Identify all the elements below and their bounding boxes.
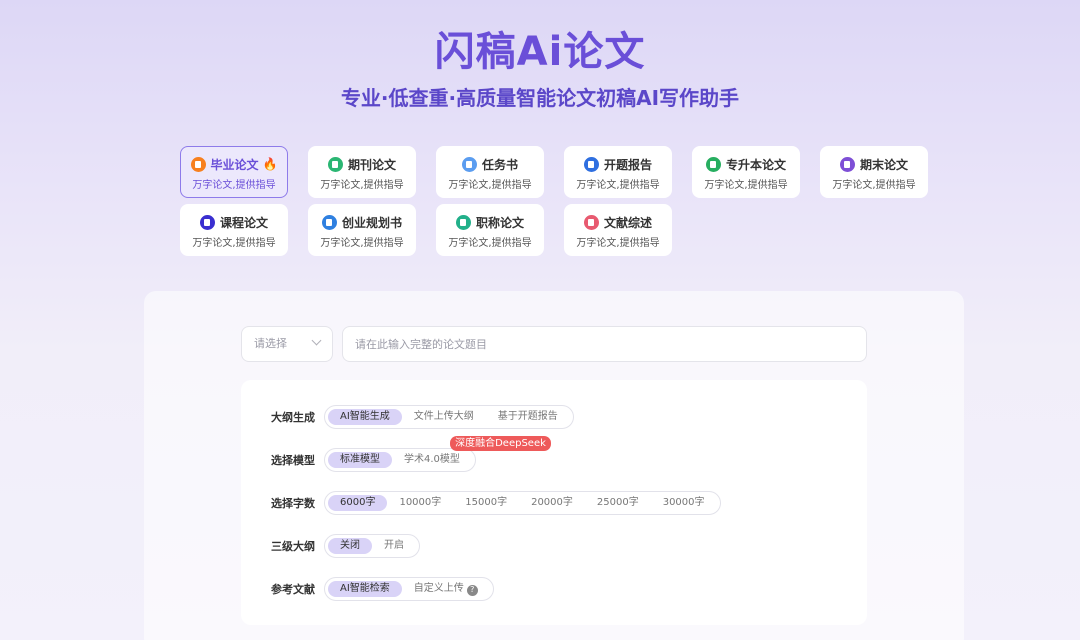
document-icon [583,156,599,172]
card-subtitle: 万字论文,提供指导 [448,180,532,191]
document-icon [839,156,855,172]
card-journal-paper[interactable]: 期刊论文 万字论文,提供指导 [308,146,416,198]
option-20000[interactable]: 20000字 [519,495,585,511]
logo: 闪稿Ai论文 [434,29,646,75]
card-subtitle: 万字论文,提供指导 [704,180,788,191]
book-icon [705,156,721,172]
fire-icon: 🔥 [262,157,278,171]
card-graduation-thesis[interactable]: 毕业论文 🔥 万字论文,提供指导 [180,146,288,198]
row-label: 大纲生成 [271,411,315,424]
option-10000[interactable]: 10000字 [387,495,453,511]
card-subtitle: 万字论文,提供指导 [448,238,532,249]
card-subtitle: 万字论文,提供指导 [320,180,404,191]
type-select[interactable]: 请选择 [241,326,333,362]
card-title: 毕业论文 [210,157,259,172]
card-title: 课程论文 [219,215,268,230]
card-subtitle: 万字论文,提供指导 [320,238,404,249]
option-standard-model[interactable]: 标准模型 [328,452,392,468]
option-25000[interactable]: 25000字 [585,495,651,511]
option-ai-search[interactable]: AI智能检索 [328,581,402,597]
level3-segmented: 关闭 开启 [324,534,420,558]
document-icon [199,214,215,230]
card-upgrade-paper[interactable]: 专升本论文 万字论文,提供指导 [692,146,800,198]
document-icon [455,214,471,230]
words-segmented: 6000字 10000字 15000字 20000字 25000字 30000字 [324,491,721,515]
card-course-paper[interactable]: 课程论文 万字论文,提供指导 [180,204,288,256]
document-icon [190,156,206,172]
option-on[interactable]: 开启 [372,538,416,554]
card-title: 任务书 [481,157,518,172]
refs-row: 参考文献 AI智能检索 自定义上传? [271,577,494,601]
level3-row: 三级大纲 关闭 开启 [271,534,420,558]
title-input[interactable] [342,326,867,362]
slogan: 专业·低查重·高质量智能论文初稿AI写作助手 [340,86,740,110]
option-label: 自定义上传 [413,583,464,594]
card-subtitle: 万字论文,提供指导 [832,180,916,191]
help-icon[interactable]: ? [466,584,478,596]
card-subtitle: 万字论文,提供指导 [192,238,276,249]
card-literature-review[interactable]: 文献综述 万字论文,提供指导 [564,204,672,256]
card-title: 开题报告 [603,157,652,172]
option-custom-upload[interactable]: 自定义上传? [402,581,490,597]
document-icon [327,156,343,172]
card-subtitle: 万字论文,提供指导 [576,180,660,191]
option-ai-generate[interactable]: AI智能生成 [328,409,402,425]
hero: 闪稿Ai论文 专业·低查重·高质量智能论文初稿AI写作助手 [0,26,1080,112]
option-from-proposal[interactable]: 基于开题报告 [486,409,570,425]
card-title-paper[interactable]: 职称论文 万字论文,提供指导 [436,204,544,256]
card-business-plan[interactable]: 创业规划书 万字论文,提供指导 [308,204,416,256]
outline-row: 大纲生成 AI智能生成 文件上传大纲 基于开题报告 [271,405,574,429]
card-subtitle: 万字论文,提供指导 [576,238,660,249]
list-icon [583,214,599,230]
row-label: 参考文献 [271,583,315,596]
card-proposal-report[interactable]: 开题报告 万字论文,提供指导 [564,146,672,198]
deepseek-badge: 深度融合DeepSeek [450,436,551,451]
chevron-down-icon [311,335,322,346]
card-title: 文献综述 [603,215,652,230]
model-segmented: 标准模型 学术4.0模型 深度融合DeepSeek [324,436,551,472]
card-title: 专升本论文 [725,157,786,172]
option-off[interactable]: 关闭 [328,538,372,554]
option-academic-model[interactable]: 学术4.0模型 [392,452,472,468]
option-15000[interactable]: 15000字 [453,495,519,511]
refs-segmented: AI智能检索 自定义上传? [324,577,494,601]
options-card: 大纲生成 AI智能生成 文件上传大纲 基于开题报告 选择模型 标准模型 学术4.… [241,380,867,625]
option-30000[interactable]: 30000字 [651,495,717,511]
row-label: 选择模型 [271,454,315,467]
card-subtitle: 万字论文,提供指导 [192,180,276,191]
card-title: 职称论文 [475,215,524,230]
model-row: 选择模型 标准模型 学术4.0模型 深度融合DeepSeek [271,436,551,472]
row-label: 三级大纲 [271,540,315,553]
card-title: 创业规划书 [341,215,402,230]
card-title: 期刊论文 [347,157,396,172]
option-6000[interactable]: 6000字 [328,495,388,511]
select-value: 请选择 [254,337,287,350]
card-final-paper[interactable]: 期末论文 万字论文,提供指导 [820,146,928,198]
option-upload-outline[interactable]: 文件上传大纲 [402,409,486,425]
document-icon [461,156,477,172]
row-label: 选择字数 [271,497,315,510]
card-task-book[interactable]: 任务书 万字论文,提供指导 [436,146,544,198]
outline-segmented: AI智能生成 文件上传大纲 基于开题报告 [324,405,574,429]
words-row: 选择字数 6000字 10000字 15000字 20000字 25000字 3… [271,491,721,515]
card-title: 期末论文 [859,157,908,172]
document-icon [321,214,337,230]
